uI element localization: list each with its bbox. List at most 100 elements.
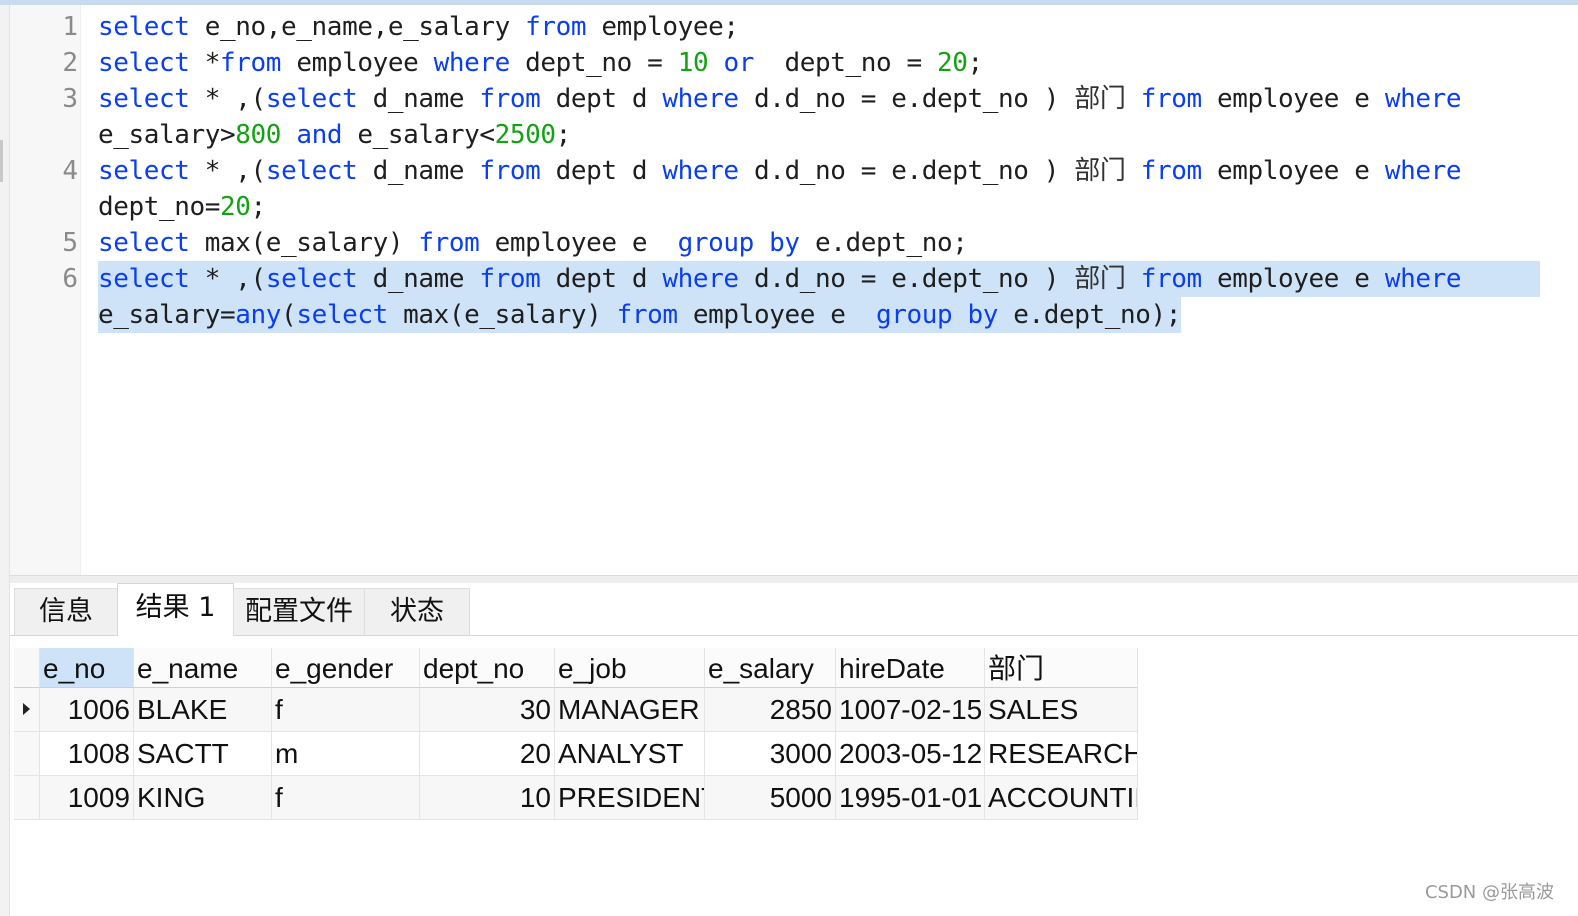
cell-department[interactable]: ACCOUNTII: [985, 776, 1138, 820]
csdn-watermark: CSDN @张高波: [1424, 882, 1554, 903]
sql-keyword: from: [220, 48, 282, 78]
sql-keyword: group by: [677, 228, 800, 258]
sql-text: e.dept_no;: [799, 228, 968, 258]
cell-e-gender[interactable]: f: [272, 688, 420, 732]
sql-keyword: select: [98, 12, 190, 42]
sql-text: dept d: [540, 156, 663, 186]
tab-result-1[interactable]: 结果 1: [117, 583, 234, 636]
sql-keyword: and: [296, 120, 343, 150]
cell-hiredate[interactable]: 1995-01-01: [836, 776, 985, 820]
cell-e-name[interactable]: SACTT: [134, 732, 272, 776]
cell-e-salary[interactable]: 2850: [705, 688, 836, 732]
sql-text: d_name: [357, 264, 480, 294]
sql-keyword: group by: [875, 300, 998, 330]
selected-code-line[interactable]: select * ,(select d_name from dept d whe…: [98, 261, 1540, 297]
cell-e-no[interactable]: 1006: [40, 688, 134, 732]
sql-keyword: select: [98, 48, 190, 78]
sql-keyword: where: [1384, 156, 1462, 186]
column-header-e-gender[interactable]: e_gender: [272, 648, 420, 688]
tab-profile[interactable]: 配置文件: [233, 588, 365, 635]
cell-hiredate[interactable]: 2003-05-12: [836, 732, 985, 776]
selected-code-line[interactable]: e_salary=any(select max(e_salary) from e…: [98, 297, 1181, 333]
sql-text: ;: [967, 48, 984, 78]
sql-text: ;: [555, 120, 572, 150]
cell-hiredate[interactable]: 1007-02-15: [836, 688, 985, 732]
sql-number: 2500: [494, 120, 556, 150]
tab-info[interactable]: 信息: [14, 588, 118, 635]
table-row[interactable]: 1008 SACTT m 20 ANALYST 3000 2003-05-12 RESEARC…: [14, 732, 1138, 776]
sql-keyword: from: [616, 300, 678, 330]
line-number: 5: [62, 228, 78, 258]
sql-keyword: where: [1384, 84, 1462, 114]
cell-e-gender[interactable]: m: [272, 732, 420, 776]
column-header-e-job[interactable]: e_job: [555, 648, 705, 688]
sql-text: dept d: [540, 264, 663, 294]
sql-text: (: [281, 300, 297, 330]
cell-e-name[interactable]: KING: [134, 776, 272, 820]
sql-keyword: any: [235, 300, 282, 330]
sql-text: d.d_no = e.dept_no ): [738, 156, 1075, 186]
sql-keyword: where: [662, 84, 739, 114]
sql-text: max(e_salary): [387, 300, 617, 330]
sql-text: * ,(: [189, 156, 266, 186]
sql-keyword: where: [662, 264, 739, 294]
sql-text: dept_no=: [98, 192, 221, 222]
cell-e-name[interactable]: BLAKE: [134, 688, 272, 732]
sql-editor[interactable]: select e_no,e_name,e_salary from employe…: [10, 5, 1578, 575]
cell-department[interactable]: SALES: [985, 688, 1138, 732]
column-header-hiredate[interactable]: hireDate: [836, 648, 985, 688]
cell-dept-no[interactable]: 20: [420, 732, 555, 776]
code-line[interactable]: e_salary>800 and e_salary<2500;: [98, 117, 571, 153]
sql-text: employee e: [479, 228, 678, 258]
sql-text: d_name: [357, 84, 480, 114]
line-number: 1: [62, 12, 78, 42]
sql-keyword: select: [265, 264, 358, 294]
line-number: 4: [62, 156, 78, 186]
cell-e-salary[interactable]: 5000: [705, 776, 836, 820]
column-header-department[interactable]: 部门: [985, 648, 1138, 688]
cell-e-job[interactable]: ANALYST: [555, 732, 705, 776]
sql-keyword: select: [265, 84, 358, 114]
sql-keyword: from: [418, 228, 480, 258]
sql-number: 20: [937, 48, 968, 78]
column-header-e-name[interactable]: e_name: [134, 648, 272, 688]
sql-keyword: where: [1384, 264, 1462, 294]
cell-e-gender[interactable]: f: [272, 776, 420, 820]
column-header-dept-no[interactable]: dept_no: [420, 648, 555, 688]
line-number: 2: [62, 48, 78, 78]
code-line[interactable]: select e_no,e_name,e_salary from employe…: [98, 9, 739, 45]
code-line[interactable]: select * ,(select d_name from dept d whe…: [98, 81, 1461, 117]
code-line[interactable]: select *from employee where dept_no = 10…: [98, 45, 983, 81]
tab-status[interactable]: 状态: [364, 588, 470, 635]
cell-dept-no[interactable]: 10: [420, 776, 555, 820]
cell-dept-no[interactable]: 30: [420, 688, 555, 732]
sql-keyword: select: [98, 156, 190, 186]
code-line[interactable]: select max(e_salary) from employee e gro…: [98, 225, 968, 261]
sql-keyword: from: [1140, 156, 1202, 186]
cell-e-salary[interactable]: 3000: [705, 732, 836, 776]
sql-keyword: from: [479, 264, 541, 294]
row-indicator[interactable]: [14, 776, 40, 820]
sql-keyword: select: [296, 300, 388, 330]
sql-text: * ,(: [189, 264, 266, 294]
column-header-e-salary[interactable]: e_salary: [705, 648, 836, 688]
code-line[interactable]: select * ,(select d_name from dept d whe…: [98, 153, 1461, 189]
table-row[interactable]: 1006 BLAKE f 30 MANAGER 2850 1007-02-15 SALES: [14, 688, 1138, 732]
code-line[interactable]: dept_no=20;: [98, 189, 266, 225]
row-indicator[interactable]: [14, 688, 40, 732]
cell-e-no[interactable]: 1009: [40, 776, 134, 820]
cell-department[interactable]: RESEARCH: [985, 732, 1138, 776]
sql-text: d_name: [357, 156, 480, 186]
sql-text: employee e: [677, 300, 876, 330]
grid-header-row: e_no e_name e_gender dept_no e_job e_sal…: [14, 648, 1138, 692]
sql-text: e_salary>: [98, 120, 236, 150]
cell-e-job[interactable]: MANAGER: [555, 688, 705, 732]
cell-e-job[interactable]: PRESIDENT: [555, 776, 705, 820]
column-header-e-no[interactable]: e_no: [40, 648, 134, 688]
table-row[interactable]: 1009 KING f 10 PRESIDENT 5000 1995-01-01 ACCOUN…: [14, 776, 1138, 820]
cell-e-no[interactable]: 1008: [40, 732, 134, 776]
row-indicator[interactable]: [14, 732, 40, 776]
